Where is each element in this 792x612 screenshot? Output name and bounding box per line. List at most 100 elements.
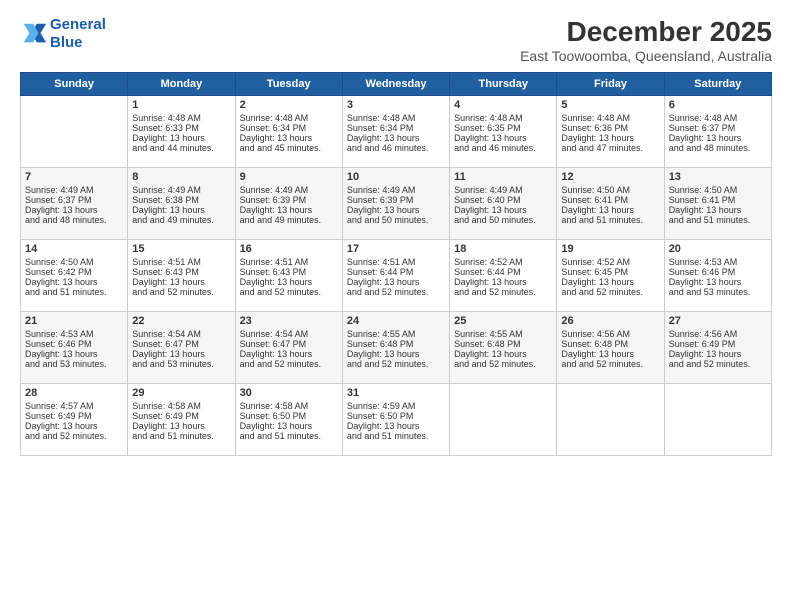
sunset: Sunset: 6:41 PM <box>669 195 736 205</box>
calendar-cell <box>557 384 664 456</box>
daylight-cont: and and 52 minutes. <box>561 359 643 369</box>
calendar-cell: 14Sunrise: 4:50 AMSunset: 6:42 PMDayligh… <box>21 240 128 312</box>
sunrise: Sunrise: 4:52 AM <box>561 257 630 267</box>
daylight: Daylight: 13 hours <box>347 277 420 287</box>
sunrise: Sunrise: 4:58 AM <box>132 401 201 411</box>
date-number: 12 <box>561 171 659 183</box>
sunrise: Sunrise: 4:51 AM <box>132 257 201 267</box>
calendar-cell: 9Sunrise: 4:49 AMSunset: 6:39 PMDaylight… <box>235 168 342 240</box>
date-number: 10 <box>347 171 445 183</box>
day-header-row: SundayMondayTuesdayWednesdayThursdayFrid… <box>21 73 772 96</box>
calendar-page: General Blue December 2025 East Toowoomb… <box>0 0 792 612</box>
main-title: December 2025 <box>520 16 772 48</box>
week-row-4: 21Sunrise: 4:53 AMSunset: 6:46 PMDayligh… <box>21 312 772 384</box>
calendar-cell: 17Sunrise: 4:51 AMSunset: 6:44 PMDayligh… <box>342 240 449 312</box>
sunrise: Sunrise: 4:49 AM <box>132 185 201 195</box>
daylight: Daylight: 13 hours <box>669 205 742 215</box>
sunset: Sunset: 6:37 PM <box>669 123 736 133</box>
title-section: December 2025 East Toowoomba, Queensland… <box>520 16 772 64</box>
daylight-cont: and and 51 minutes. <box>132 431 214 441</box>
sunrise: Sunrise: 4:55 AM <box>454 329 523 339</box>
date-number: 13 <box>669 171 767 183</box>
date-number: 9 <box>240 171 338 183</box>
daylight: Daylight: 13 hours <box>25 205 98 215</box>
date-number: 1 <box>132 99 230 111</box>
calendar-cell: 18Sunrise: 4:52 AMSunset: 6:44 PMDayligh… <box>450 240 557 312</box>
week-row-2: 7Sunrise: 4:49 AMSunset: 6:37 PMDaylight… <box>21 168 772 240</box>
date-number: 31 <box>347 387 445 399</box>
calendar-cell: 31Sunrise: 4:59 AMSunset: 6:50 PMDayligh… <box>342 384 449 456</box>
date-number: 2 <box>240 99 338 111</box>
daylight: Daylight: 13 hours <box>132 421 205 431</box>
sunset: Sunset: 6:49 PM <box>669 339 736 349</box>
daylight: Daylight: 13 hours <box>240 277 313 287</box>
sunset: Sunset: 6:47 PM <box>132 339 199 349</box>
daylight-cont: and and 46 minutes. <box>347 143 429 153</box>
calendar-cell: 28Sunrise: 4:57 AMSunset: 6:49 PMDayligh… <box>21 384 128 456</box>
daylight-cont: and and 49 minutes. <box>132 215 214 225</box>
daylight: Daylight: 13 hours <box>347 421 420 431</box>
daylight: Daylight: 13 hours <box>454 349 527 359</box>
sunset: Sunset: 6:43 PM <box>240 267 307 277</box>
sunrise: Sunrise: 4:50 AM <box>561 185 630 195</box>
daylight: Daylight: 13 hours <box>669 277 742 287</box>
sunset: Sunset: 6:50 PM <box>347 411 414 421</box>
calendar-cell: 24Sunrise: 4:55 AMSunset: 6:48 PMDayligh… <box>342 312 449 384</box>
sunset: Sunset: 6:39 PM <box>240 195 307 205</box>
date-number: 26 <box>561 315 659 327</box>
sunset: Sunset: 6:34 PM <box>240 123 307 133</box>
date-number: 18 <box>454 243 552 255</box>
sunrise: Sunrise: 4:58 AM <box>240 401 309 411</box>
sunrise: Sunrise: 4:48 AM <box>132 113 201 123</box>
daylight: Daylight: 13 hours <box>347 349 420 359</box>
sunset: Sunset: 6:37 PM <box>25 195 92 205</box>
calendar-cell: 6Sunrise: 4:48 AMSunset: 6:37 PMDaylight… <box>664 96 771 168</box>
sunrise: Sunrise: 4:50 AM <box>669 185 738 195</box>
date-number: 15 <box>132 243 230 255</box>
sunset: Sunset: 6:44 PM <box>347 267 414 277</box>
header: General Blue December 2025 East Toowoomb… <box>20 16 772 64</box>
sunset: Sunset: 6:33 PM <box>132 123 199 133</box>
date-number: 5 <box>561 99 659 111</box>
calendar-cell: 29Sunrise: 4:58 AMSunset: 6:49 PMDayligh… <box>128 384 235 456</box>
daylight: Daylight: 13 hours <box>669 133 742 143</box>
calendar-body: 1Sunrise: 4:48 AMSunset: 6:33 PMDaylight… <box>21 96 772 456</box>
sunrise: Sunrise: 4:49 AM <box>347 185 416 195</box>
date-number: 4 <box>454 99 552 111</box>
calendar-cell: 10Sunrise: 4:49 AMSunset: 6:39 PMDayligh… <box>342 168 449 240</box>
daylight-cont: and and 49 minutes. <box>240 215 322 225</box>
calendar-table: SundayMondayTuesdayWednesdayThursdayFrid… <box>20 72 772 456</box>
date-number: 23 <box>240 315 338 327</box>
sunrise: Sunrise: 4:54 AM <box>132 329 201 339</box>
sunrise: Sunrise: 4:50 AM <box>25 257 94 267</box>
calendar-cell: 13 Sunrise: 4:50 AMSunset: 6:41 PMDayligh… <box>664 168 771 240</box>
sunrise: Sunrise: 4:51 AM <box>240 257 309 267</box>
sunset: Sunset: 6:48 PM <box>454 339 521 349</box>
date-number: 29 <box>132 387 230 399</box>
daylight: Daylight: 13 hours <box>454 133 527 143</box>
sunset: Sunset: 6:47 PM <box>240 339 307 349</box>
daylight: Daylight: 13 hours <box>347 133 420 143</box>
day-header-saturday: Saturday <box>664 73 771 96</box>
calendar-cell: 7Sunrise: 4:49 AMSunset: 6:37 PMDaylight… <box>21 168 128 240</box>
calendar-cell <box>664 384 771 456</box>
daylight-cont: and and 50 minutes. <box>454 215 536 225</box>
sunset: Sunset: 6:50 PM <box>240 411 307 421</box>
daylight: Daylight: 13 hours <box>561 277 634 287</box>
calendar-cell: 20Sunrise: 4:53 AMSunset: 6:46 PMDayligh… <box>664 240 771 312</box>
calendar-cell <box>21 96 128 168</box>
daylight: Daylight: 13 hours <box>240 349 313 359</box>
date-number: 28 <box>25 387 123 399</box>
calendar-cell: 2Sunrise: 4:48 AMSunset: 6:34 PMDaylight… <box>235 96 342 168</box>
daylight-cont: and and 51 minutes. <box>561 215 643 225</box>
calendar-cell: 26Sunrise: 4:56 AMSunset: 6:48 PMDayligh… <box>557 312 664 384</box>
sunset: Sunset: 6:41 PM <box>561 195 628 205</box>
sunset: Sunset: 6:46 PM <box>669 267 736 277</box>
date-number: 19 <box>561 243 659 255</box>
daylight: Daylight: 13 hours <box>240 205 313 215</box>
sunrise: Sunrise: 4:48 AM <box>347 113 416 123</box>
sunrise: Sunrise: 4:49 AM <box>454 185 523 195</box>
daylight: Daylight: 13 hours <box>25 349 98 359</box>
daylight-cont: and and 47 minutes. <box>561 143 643 153</box>
daylight: Daylight: 13 hours <box>132 349 205 359</box>
